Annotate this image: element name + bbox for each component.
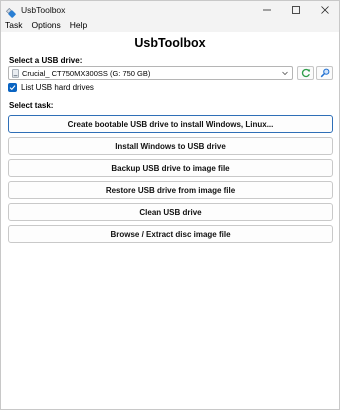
app-heading: UsbToolbox <box>134 36 206 50</box>
menu-bar: Task Options Help <box>1 18 339 32</box>
clean-usb-button[interactable]: Clean USB drive <box>8 203 333 221</box>
app-window: UsbToolbox Task Options Help UsbToolbox … <box>0 0 340 410</box>
minimize-button[interactable] <box>252 1 281 18</box>
menu-help-label: Help <box>69 20 88 30</box>
restore-usb-button[interactable]: Restore USB drive from image file <box>8 181 333 199</box>
select-drive-label: Select a USB drive: <box>9 56 83 65</box>
close-icon <box>320 5 329 14</box>
chevron-down-icon <box>282 71 288 76</box>
usb-app-icon <box>5 5 16 18</box>
refresh-icon <box>301 68 310 78</box>
minimize-icon <box>262 9 271 10</box>
search-icon <box>320 68 329 78</box>
window-title: UsbToolbox <box>21 4 66 15</box>
install-windows-usb-button[interactable]: Install Windows to USB drive <box>8 137 333 155</box>
drive-icon <box>12 68 19 78</box>
list-hard-drives-label: List USB hard drives <box>21 83 94 92</box>
refresh-button[interactable] <box>297 66 314 80</box>
window-controls <box>252 1 339 18</box>
menu-options[interactable]: Options <box>27 20 63 30</box>
maximize-button[interactable] <box>281 1 310 18</box>
menu-task[interactable]: Task <box>1 20 25 30</box>
close-button[interactable] <box>310 1 339 18</box>
backup-usb-button[interactable]: Backup USB drive to image file <box>8 159 333 177</box>
maximize-icon <box>291 5 300 14</box>
menu-help[interactable]: Help <box>66 20 90 30</box>
title-bar[interactable]: UsbToolbox <box>1 1 339 18</box>
drive-dropdown[interactable]: Crucial_ CT750MX300SS (G: 750 GB) <box>8 66 293 80</box>
list-hard-drives-option[interactable]: List USB hard drives <box>8 83 94 92</box>
create-bootable-usb-button[interactable]: Create bootable USB drive to install Win… <box>8 115 333 133</box>
checkmark-icon <box>9 85 16 91</box>
search-drive-button[interactable] <box>316 66 333 80</box>
select-task-label: Select task: <box>9 101 54 110</box>
drive-selected-value: Crucial_ CT750MX300SS (G: 750 GB) <box>22 68 151 78</box>
menu-options-label: Options <box>31 20 61 30</box>
list-hard-drives-checkbox[interactable] <box>8 83 17 92</box>
menu-task-label: Task <box>5 20 23 30</box>
browse-extract-image-button[interactable]: Browse / Extract disc image file <box>8 225 333 243</box>
